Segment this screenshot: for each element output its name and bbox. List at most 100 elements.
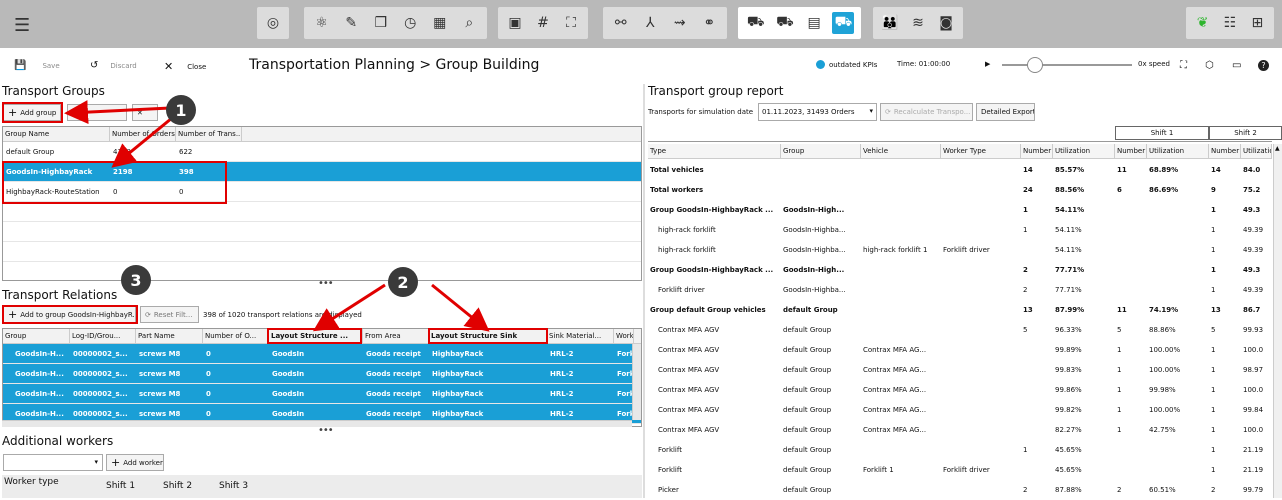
- fit-icon[interactable]: ⛶: [1180, 60, 1187, 71]
- rename-group-button[interactable]: ✎: [67, 104, 127, 121]
- coins-icon[interactable]: ≋: [907, 12, 929, 34]
- discard-button[interactable]: ↺ Discard: [90, 60, 137, 71]
- highlight-structure-sink: [428, 328, 548, 344]
- date-select[interactable]: 01.11.2023, 31493 Orders ▾: [758, 103, 877, 121]
- table-row[interactable]: GoodsIn-H... 00000002_s... screws M8 0 G…: [3, 364, 641, 384]
- arrow-to-source: [312, 283, 386, 332]
- add-worker-button[interactable]: + Add worker: [106, 454, 164, 471]
- cube-icon[interactable]: ⬡: [1205, 60, 1214, 71]
- close-button[interactable]: ✕ Close: [164, 60, 206, 73]
- truck-route-icon[interactable]: ⛟: [774, 12, 796, 34]
- forklift-icon[interactable]: ⛟: [832, 12, 855, 34]
- report-cell: 100.0: [1243, 346, 1264, 354]
- gauge-icon[interactable]: ◙: [935, 12, 957, 34]
- report-cell: default Group: [783, 406, 832, 414]
- table-row[interactable]: GoodsIn-H... 00000002_s... screws M8 0 G…: [3, 344, 641, 364]
- play-icon[interactable]: ▶: [985, 60, 990, 68]
- report-cell: 99.93: [1243, 326, 1264, 334]
- people-icon[interactable]: 👪: [879, 12, 901, 34]
- recalculate-button[interactable]: ⟳ Recalculate Transpo...: [880, 103, 973, 121]
- layers-icon[interactable]: ❒: [370, 12, 392, 34]
- report-row[interactable]: Total workers 24 88.56% 6 86.69% 9 75.2: [648, 180, 1280, 200]
- report-row[interactable]: high-rack forklift GoodsIn-Highba... high-…: [648, 240, 1280, 260]
- report-cell: default Group: [783, 386, 832, 394]
- report-row[interactable]: Contrax MFA AGV default Group Contrax MFA …: [648, 380, 1280, 400]
- delete-group-button[interactable]: ✕: [132, 104, 158, 121]
- report-row[interactable]: Group GoodsIn-HighbayRack ... GoodsIn-Hig…: [648, 260, 1280, 280]
- reset-filter-button[interactable]: ⟳ Reset Filt...: [140, 306, 199, 323]
- report-cell: Forklift: [658, 466, 682, 474]
- report-cell: 49.39: [1243, 226, 1264, 234]
- panel-divider[interactable]: [643, 84, 645, 498]
- report-row[interactable]: Contrax MFA AGV default Group 5 96.33% 5 88.8…: [648, 320, 1280, 340]
- report-row[interactable]: Contrax MFA AGV default Group Contrax MFA …: [648, 420, 1280, 440]
- help-icon[interactable]: ?: [1258, 60, 1269, 71]
- relations-hscrollbar[interactable]: [2, 420, 632, 427]
- ruler-icon[interactable]: ✎: [340, 12, 362, 34]
- report-cell: 2: [1023, 266, 1028, 274]
- search-icon[interactable]: ⌕: [458, 12, 480, 34]
- arrow-icon[interactable]: ⇝: [669, 12, 691, 34]
- save-button[interactable]: 💾 Save: [14, 60, 60, 71]
- toolbar-group-1: ◎: [257, 7, 289, 39]
- hash-icon[interactable]: #: [532, 12, 554, 34]
- nodes-icon[interactable]: ⚛: [311, 12, 333, 34]
- table-row-empty: [3, 242, 641, 262]
- report-row[interactable]: Contrax MFA AGV default Group Contrax MFA …: [648, 340, 1280, 360]
- table-row[interactable]: GoodsIn-H... 00000002_s... screws M8 0 G…: [3, 384, 641, 404]
- worker-type-select[interactable]: ▾: [3, 454, 103, 471]
- report-cell: 100.0: [1243, 386, 1264, 394]
- detailed-export-button[interactable]: Detailed Export: [976, 103, 1035, 121]
- report-row[interactable]: Group GoodsIn-HighbayRack ... GoodsIn-Hig…: [648, 200, 1280, 220]
- network-icon[interactable]: ⊞: [1246, 12, 1268, 34]
- splitter-handle[interactable]: •••: [318, 278, 334, 289]
- clock-icon[interactable]: ◷: [399, 12, 421, 34]
- report-row[interactable]: Total vehicles 14 85.57% 11 68.89% 14 84.0: [648, 160, 1280, 180]
- splitter-handle[interactable]: •••: [318, 425, 334, 436]
- report-cell: 100.00%: [1149, 366, 1181, 374]
- leaf-icon[interactable]: ❦: [1192, 12, 1214, 34]
- report-cell: 100.0: [1243, 426, 1264, 434]
- frame-icon[interactable]: ▣: [504, 12, 526, 34]
- report-row[interactable]: Contrax MFA AGV default Group Contrax MFA …: [648, 360, 1280, 380]
- table-row[interactable]: default Group 4138 622: [3, 142, 641, 162]
- target-icon[interactable]: ◎: [262, 12, 284, 34]
- relations-scrollbar[interactable]: [632, 344, 641, 420]
- chain-icon[interactable]: ⚭: [698, 12, 720, 34]
- report-row[interactable]: Contrax MFA AGV default Group Contrax MFA …: [648, 400, 1280, 420]
- report-cell: 9: [1211, 186, 1216, 194]
- speed-slider-handle[interactable]: [1027, 57, 1043, 73]
- calendar-icon[interactable]: ▤: [803, 12, 825, 34]
- grid-icon[interactable]: ▦: [429, 12, 451, 34]
- shift2-header: Shift 2: [1209, 126, 1282, 140]
- report-row[interactable]: Picker default Group 2 87.88% 2 60.51% 2 99.79: [648, 480, 1280, 500]
- relations-title: Transport Relations: [2, 288, 118, 302]
- link-icon[interactable]: ⚯: [610, 12, 632, 34]
- arrow-to-sink: [431, 283, 490, 332]
- hamburger-icon[interactable]: ☰: [14, 15, 30, 36]
- report-cell: 5: [1117, 326, 1122, 334]
- chart-icon[interactable]: ▭: [1232, 60, 1241, 71]
- report-row[interactable]: Forklift driver GoodsIn-Highba... 2 77.71% 1…: [648, 280, 1280, 300]
- report-cell: Group GoodsIn-HighbayRack ...: [650, 206, 774, 214]
- groups-table-header: Group Name Number of Orders Number of Tr…: [3, 127, 641, 142]
- report-cell: default Group: [783, 466, 832, 474]
- truck-icon[interactable]: ⛟: [745, 12, 767, 34]
- report-row[interactable]: high-rack forklift GoodsIn-Highba... 1 54.1…: [648, 220, 1280, 240]
- report-row[interactable]: Forklift default Group 1 45.65% 1 21.19: [648, 440, 1280, 460]
- speed-label: 0x speed: [1138, 60, 1170, 68]
- report-scrollbar[interactable]: ▲: [1273, 144, 1282, 498]
- groups-title: Transport Groups: [2, 84, 105, 98]
- highlight-add-group: [2, 102, 63, 123]
- report-cell: 99.83%: [1055, 366, 1082, 374]
- speed-slider[interactable]: [1002, 64, 1132, 66]
- sliders-icon[interactable]: ☷: [1219, 12, 1241, 34]
- report-cell: 21.19: [1243, 466, 1264, 474]
- crop-icon[interactable]: ⛶: [560, 12, 582, 34]
- report-cell: 1: [1211, 446, 1216, 454]
- report-cell: Contrax MFA AG...: [863, 406, 927, 414]
- report-row[interactable]: Forklift default Group Forklift 1 Forklift …: [648, 460, 1280, 480]
- report-row[interactable]: Group default Group vehicles default Grou…: [648, 300, 1280, 320]
- split-icon[interactable]: ⅄: [639, 12, 661, 34]
- report-cell: 1: [1211, 386, 1216, 394]
